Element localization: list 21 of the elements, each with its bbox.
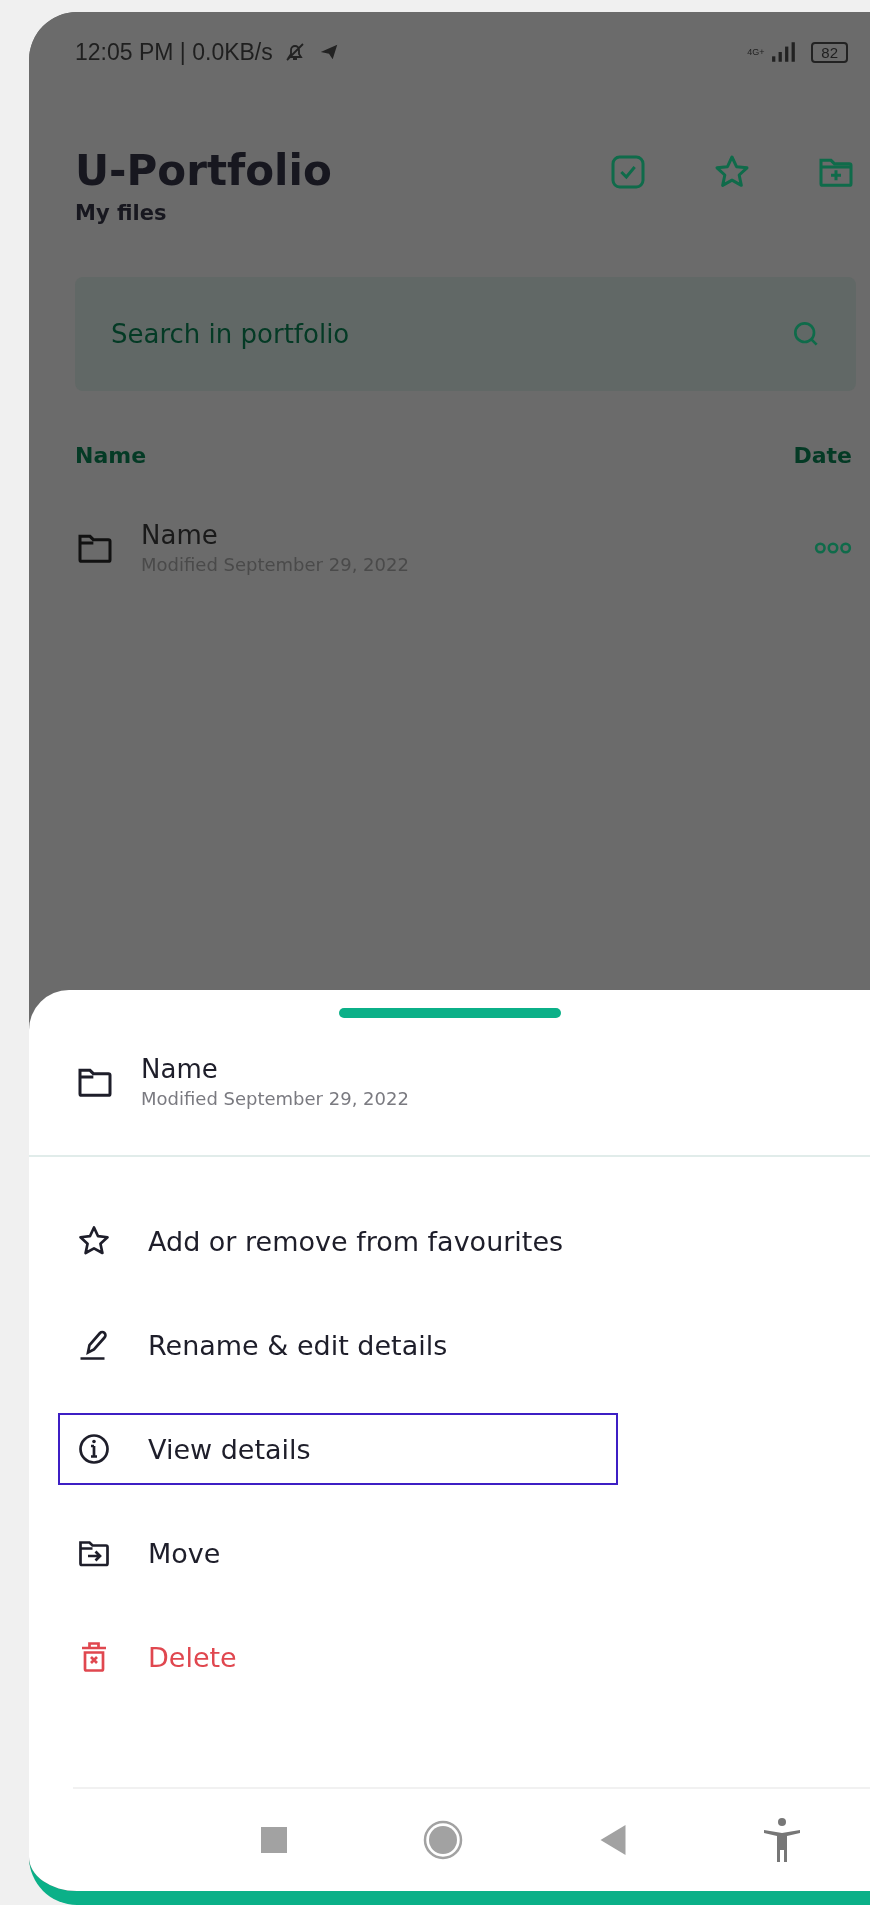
search-field[interactable]: Search in portfolio xyxy=(75,277,856,391)
status-time: 12:05 PM | 0.0KB/s xyxy=(75,38,273,66)
network-label: 4G+ xyxy=(747,47,764,57)
more-options-icon[interactable] xyxy=(814,540,852,555)
home-icon[interactable] xyxy=(423,1820,464,1860)
page-subtitle: My files xyxy=(75,201,168,225)
menu-item[interactable]: Rename & edit details xyxy=(58,1309,618,1381)
file-name: Name xyxy=(141,1054,219,1084)
info-icon xyxy=(76,1431,112,1467)
battery-indicator: 82 xyxy=(811,41,848,63)
back-icon[interactable] xyxy=(599,1825,626,1855)
file-modified-date: Modified September 29, 2022 xyxy=(141,1088,410,1109)
app-title: U-Portfolio xyxy=(75,146,332,195)
drag-handle[interactable] xyxy=(338,1008,561,1018)
recents-icon[interactable] xyxy=(261,1827,288,1853)
signal-icon xyxy=(771,41,798,63)
menu-item[interactable]: Delete xyxy=(58,1621,618,1693)
accessibility-icon[interactable] xyxy=(761,1818,802,1862)
menu-item[interactable]: View details xyxy=(58,1413,618,1485)
menu-item[interactable]: Add or remove from favourites xyxy=(58,1205,618,1277)
menu-item[interactable]: Move xyxy=(58,1517,618,1589)
